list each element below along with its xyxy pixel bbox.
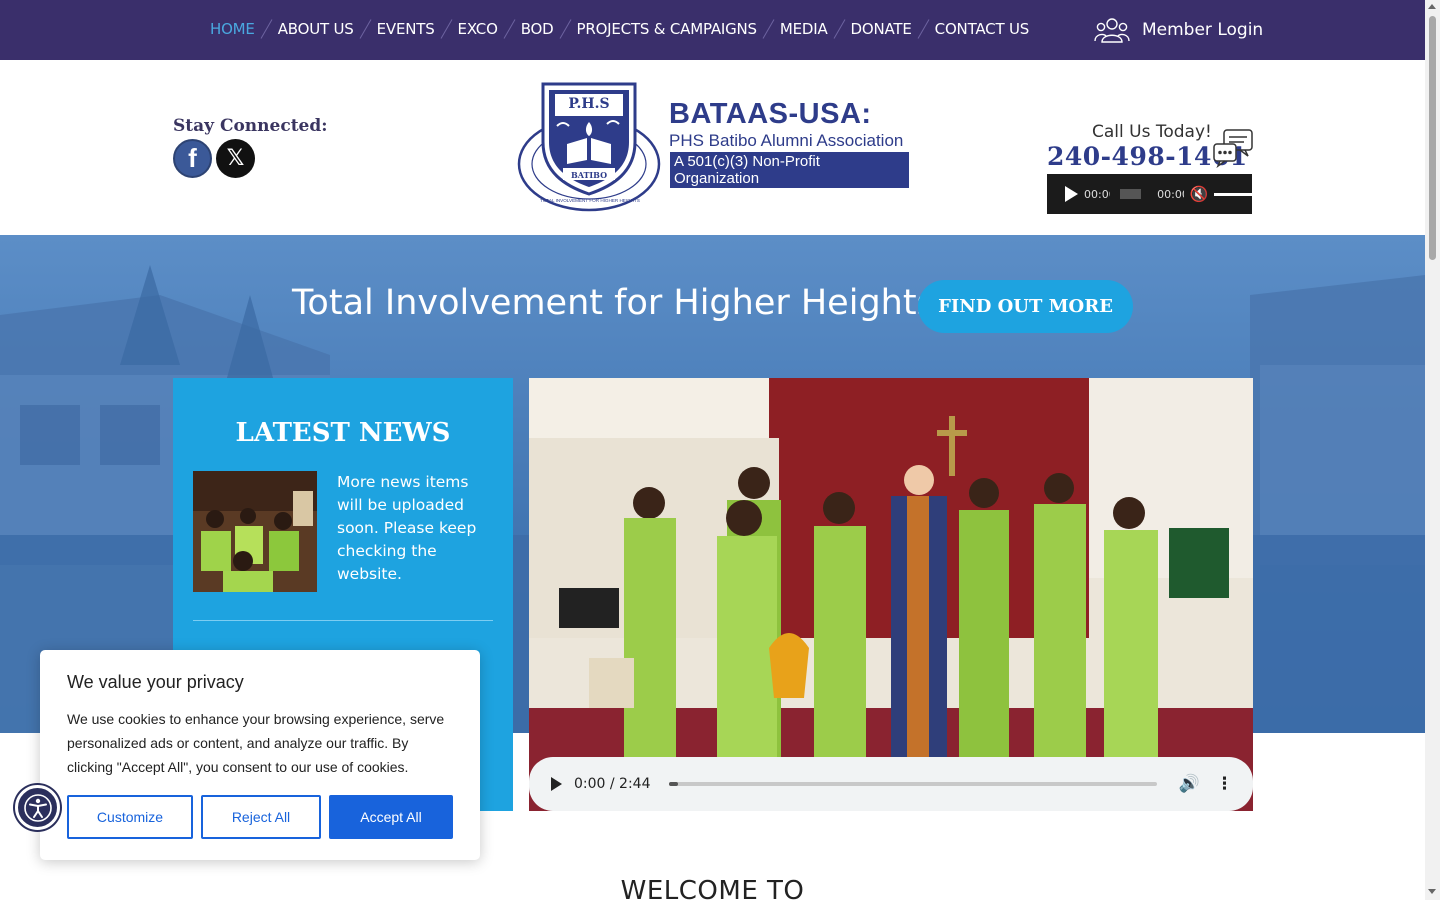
reject-all-button[interactable]: Reject All bbox=[201, 795, 321, 839]
news-item-text: More news items will be uploaded soon. P… bbox=[337, 473, 477, 583]
site-header: Stay Connected: f 𝕏 P.H.S BATIBO TOTAL I… bbox=[0, 60, 1425, 235]
audio-volume-slider[interactable] bbox=[1214, 192, 1252, 196]
nonprofit-badge: A 501(c)(3) Non-Profit Organization bbox=[670, 152, 909, 188]
news-divider bbox=[193, 620, 493, 621]
audio-play-icon[interactable] bbox=[1065, 186, 1078, 202]
group-photo-video-frame bbox=[529, 378, 1253, 811]
nav-projects-campaigns[interactable]: PROJECTS & CAMPAIGNS bbox=[577, 20, 758, 38]
call-us-label: Call Us Today! bbox=[1092, 122, 1212, 142]
member-login-link[interactable]: Member Login bbox=[1094, 17, 1263, 43]
users-icon bbox=[1094, 18, 1130, 43]
more-options-icon[interactable]: ⋮ bbox=[1216, 774, 1233, 794]
news-thumbnail[interactable] bbox=[193, 471, 317, 592]
nav-divider bbox=[559, 19, 571, 39]
site-logo[interactable]: P.H.S BATIBO TOTAL INVOLVEMENT FOR HIGHE… bbox=[517, 82, 909, 212]
news-thumbnail-image bbox=[193, 471, 317, 592]
cookie-consent-banner: We value your privacy We use cookies to … bbox=[40, 650, 480, 860]
nav-contact-us[interactable]: CONTACT US bbox=[935, 20, 1030, 38]
seal-motto-text: TOTAL INVOLVEMENT FOR HIGHER HEIGHTS bbox=[540, 198, 640, 203]
top-navigation: HOME ABOUT US EVENTS EXCO BOD PROJECTS &… bbox=[0, 0, 1425, 60]
scroll-up-arrow-icon[interactable] bbox=[1428, 4, 1436, 9]
nav-donate[interactable]: DONATE bbox=[851, 20, 912, 38]
latest-news-title: LATEST NEWS bbox=[235, 418, 451, 448]
stay-connected-label: Stay Connected: bbox=[173, 116, 328, 136]
video-time: 0:00 / 2:44 bbox=[574, 776, 651, 792]
main-menu: HOME ABOUT US EVENTS EXCO BOD PROJECTS &… bbox=[210, 18, 1029, 40]
nav-divider bbox=[833, 19, 845, 39]
accept-all-button[interactable]: Accept All bbox=[329, 795, 453, 839]
brand-subtitle: PHS Batibo Alumni Association bbox=[669, 131, 904, 150]
audio-current-time: 00:00 bbox=[1084, 187, 1110, 201]
accessibility-button[interactable] bbox=[15, 785, 60, 830]
audio-duration: 00:00 bbox=[1157, 187, 1183, 201]
facebook-icon[interactable]: f bbox=[173, 139, 212, 178]
video-seek-bar[interactable] bbox=[668, 782, 1157, 786]
nav-divider bbox=[260, 19, 273, 39]
volume-icon[interactable]: 🔊 bbox=[1179, 774, 1200, 794]
video-seek-fill bbox=[668, 782, 679, 786]
nav-divider bbox=[440, 19, 452, 39]
scroll-down-arrow-icon[interactable] bbox=[1428, 889, 1436, 894]
nav-events[interactable]: EVENTS bbox=[377, 20, 435, 38]
video-play-icon[interactable] bbox=[551, 777, 562, 791]
nav-exco[interactable]: EXCO bbox=[458, 20, 498, 38]
brand-title: BATAAS-USA: bbox=[669, 98, 872, 130]
member-login-label: Member Login bbox=[1142, 20, 1264, 40]
welcome-heading: WELCOME TO bbox=[620, 876, 805, 900]
video-controls: 0:00 / 2:44 🔊 ⋮ bbox=[529, 757, 1253, 811]
hero-headline: Total Involvement for Higher Heights bbox=[292, 283, 935, 323]
customize-button[interactable]: Customize bbox=[67, 795, 193, 839]
scroll-thumb[interactable] bbox=[1429, 16, 1436, 260]
accessibility-icon bbox=[23, 793, 52, 822]
seal-top-text: P.H.S bbox=[568, 96, 610, 112]
x-icon[interactable]: 𝕏 bbox=[216, 139, 255, 178]
nav-media[interactable]: MEDIA bbox=[780, 20, 828, 38]
nav-divider bbox=[359, 19, 372, 39]
page-scrollbar[interactable] bbox=[1425, 0, 1440, 900]
cookie-title: We value your privacy bbox=[67, 672, 244, 692]
nav-bod[interactable]: BOD bbox=[521, 20, 554, 38]
audio-progress[interactable] bbox=[1120, 189, 1142, 199]
cookie-text: We use cookies to enhance your browsing … bbox=[67, 711, 445, 775]
video-player[interactable]: 0:00 / 2:44 🔊 ⋮ bbox=[529, 378, 1253, 811]
audio-mute-icon[interactable]: 🔇 bbox=[1190, 185, 1209, 203]
nav-about-us[interactable]: ABOUT US bbox=[278, 20, 354, 38]
audio-player: 00:00 00:00 🔇 bbox=[1047, 174, 1252, 214]
find-out-more-button[interactable]: FIND OUT MORE bbox=[918, 280, 1133, 333]
nav-divider bbox=[762, 19, 775, 39]
nav-home[interactable]: HOME bbox=[210, 20, 255, 38]
chat-bubbles-icon bbox=[1213, 129, 1253, 168]
social-links: f 𝕏 bbox=[173, 139, 255, 178]
nav-divider bbox=[917, 19, 930, 39]
seal-bottom-text: BATIBO bbox=[570, 170, 608, 180]
nav-divider bbox=[503, 19, 516, 39]
